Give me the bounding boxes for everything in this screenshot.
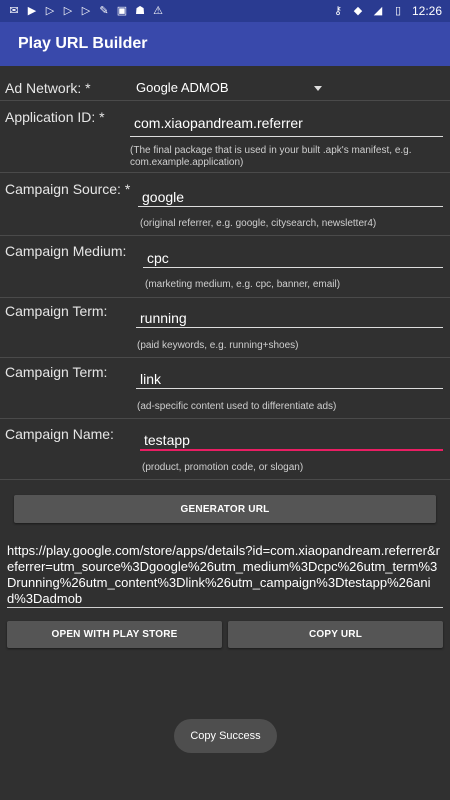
ad-network-spinner[interactable]: Google ADMOB	[130, 74, 330, 98]
campaign-term-input[interactable]: running	[136, 306, 443, 330]
input-underline	[143, 267, 443, 268]
dropdown-arrow-icon	[314, 86, 322, 91]
campaign-content-hint: (ad-specific content used to differentia…	[137, 401, 337, 412]
play-store-icon: ▶	[27, 5, 37, 17]
campaign-name-value: testapp	[144, 432, 190, 448]
app-title: Play URL Builder	[18, 35, 148, 52]
application-id-row: Application ID: * com.xiaopandream.refer…	[0, 101, 450, 173]
clock: 12:26	[411, 4, 442, 18]
play-icon: ▷	[63, 5, 73, 17]
app-bar: Play URL Builder	[0, 22, 450, 66]
wifi-icon: ◆	[353, 5, 363, 17]
input-underline	[136, 388, 443, 389]
input-underline	[136, 327, 443, 328]
campaign-content-label: Campaign Term:	[5, 364, 108, 380]
play-icon: ▷	[81, 5, 91, 17]
result-url-underline	[7, 607, 443, 608]
campaign-term-row: Campaign Term: running (paid keywords, e…	[0, 298, 450, 358]
signal-icon: ◢	[373, 5, 383, 17]
campaign-medium-input[interactable]: cpc	[143, 246, 443, 270]
system-icons: ⚷ ◆ ◢ ▯ 12:26	[332, 4, 442, 18]
application-id-input[interactable]: com.xiaopandream.referrer	[130, 111, 443, 139]
campaign-content-value: link	[140, 371, 162, 387]
campaign-medium-hint: (marketing medium, e.g. cpc, banner, ema…	[145, 279, 341, 290]
application-id-hint-1: (The final package that is used in your …	[130, 145, 412, 156]
application-id-value: com.xiaopandream.referrer	[134, 115, 303, 131]
android-icon: ☗	[135, 5, 145, 17]
campaign-name-label: Campaign Name:	[5, 426, 114, 442]
campaign-medium-row: Campaign Medium: cpc (marketing medium, …	[0, 236, 450, 298]
application-id-hint-2: com.example.application)	[130, 157, 244, 168]
generate-url-button[interactable]: GENERATOR URL	[14, 495, 436, 523]
open-play-store-button[interactable]: OPEN WITH PLAY STORE	[7, 621, 222, 648]
campaign-content-row: Campaign Term: link (ad-specific content…	[0, 358, 450, 419]
alert-icon: ⚠	[153, 5, 163, 17]
campaign-content-input[interactable]: link	[136, 367, 443, 391]
application-id-label: Application ID: *	[5, 109, 105, 125]
campaign-name-hint: (product, promotion code, or slogan)	[142, 462, 304, 473]
play-icon: ▷	[45, 5, 55, 17]
campaign-medium-label: Campaign Medium:	[5, 243, 127, 259]
result-url[interactable]: https://play.google.com/store/apps/detai…	[7, 543, 443, 607]
campaign-name-input[interactable]: testapp	[140, 428, 443, 452]
input-underline	[130, 136, 443, 137]
mail-icon: ✉	[9, 5, 19, 17]
campaign-source-label: Campaign Source: *	[5, 181, 131, 197]
input-underline	[138, 206, 443, 207]
campaign-term-value: running	[140, 310, 187, 326]
sim-icon: ▣	[116, 5, 128, 17]
campaign-medium-value: cpc	[147, 250, 169, 266]
campaign-source-input[interactable]: google	[138, 185, 443, 209]
ad-network-value: Google ADMOB	[136, 80, 229, 95]
campaign-name-row: Campaign Name: testapp (product, promoti…	[0, 419, 450, 480]
key-icon: ⚷	[333, 5, 342, 17]
campaign-term-label: Campaign Term:	[5, 303, 108, 319]
ad-network-row: Ad Network: * Google ADMOB	[0, 66, 450, 101]
notification-icons: ✉ ▶ ▷ ▷ ▷ ✎ ▣ ☗ ⚠	[8, 5, 164, 17]
input-underline-focused	[140, 449, 443, 451]
battery-icon: ▯	[394, 5, 401, 17]
ad-network-label: Ad Network: *	[5, 80, 91, 96]
campaign-source-value: google	[142, 189, 185, 205]
campaign-source-row: Campaign Source: * google (original refe…	[0, 173, 450, 236]
campaign-term-hint: (paid keywords, e.g. running+shoes)	[137, 340, 299, 351]
copy-url-button[interactable]: COPY URL	[228, 621, 443, 648]
status-bar: ✉ ▶ ▷ ▷ ▷ ✎ ▣ ☗ ⚠ ⚷ ◆ ◢ ▯ 12:26	[0, 0, 450, 22]
brush-icon: ✎	[99, 5, 109, 17]
copy-success-toast: Copy Success	[174, 719, 277, 753]
campaign-source-hint: (original referrer, e.g. google, citysea…	[140, 218, 377, 229]
